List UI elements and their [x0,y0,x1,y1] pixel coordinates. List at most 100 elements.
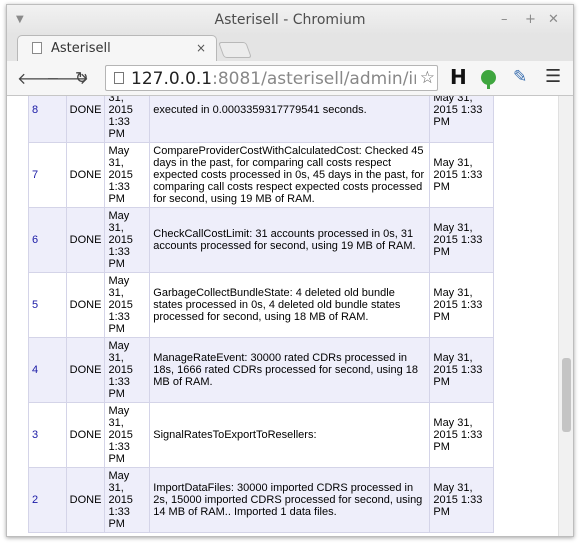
tab-asterisell[interactable]: Asterisell × [17,35,217,61]
job-completed-date-line: PM [433,181,450,193]
job-date-line: 2015 [108,104,133,116]
job-id-cell: 2 [28,467,67,533]
job-description-cell: SignalRatesToExportToResellers: [149,402,431,468]
job-description-cell: CompareProviderCostWithCalculatedCost: C… [149,142,431,208]
new-tab-button[interactable] [218,42,252,58]
job-date-line: PM [108,453,125,465]
page-content: 8DONEMay31,20151:33PMexecuted in 0.00033… [7,96,559,536]
job-date-line: 31, [108,287,124,299]
job-date-line: PM [108,323,125,335]
browser-menu-icon[interactable]: ☰ [545,66,561,87]
tab-strip: Asterisell × [7,35,573,61]
job-id-cell: 8 [28,96,67,143]
job-date-line: 31, [108,417,124,429]
minimize-icon[interactable]: – [501,12,508,27]
job-date-line: 1:33 [108,246,130,258]
reload-icon[interactable]: ↻ [75,68,88,87]
job-id-link[interactable]: 8 [32,104,38,116]
url-text[interactable]: 127.0.0.1:8081/asterisell/admin/index. [131,69,416,89]
job-status-cell: DONE [65,467,106,533]
job-description-cell: ManageRateEvent: 30000 rated CDRs proces… [149,337,431,403]
job-completed-date-line: 2015 1:33 [433,169,483,181]
job-completed-date-cell: May 31, 2015 1:33 PM [429,142,494,208]
job-date-line: May [108,210,130,222]
job-status-cell: DONE [65,337,106,403]
job-date-line: May [108,275,130,287]
table-row: 6 DONE May 31, 2015 1:33 PM CheckCallCostLimit:… [28,207,494,273]
job-completed-date-line: PM [433,441,450,453]
job-date-line: May [108,405,130,417]
page-info-icon[interactable] [114,72,124,84]
table-row: 7 DONE May 31, 2015 1:33 PM CompareProviderCost… [28,142,494,208]
page-icon [32,42,42,54]
job-date-line: 31, [108,352,124,364]
job-id-link[interactable]: 5 [32,299,38,311]
job-date-line: May [108,145,130,157]
job-completed-date-line: 2015 1:33 [433,364,483,376]
job-id-link[interactable]: 3 [32,429,38,441]
job-completed-date-line: May 31, [433,417,473,429]
job-completed-date-line: 2015 1:33 [433,429,483,441]
job-completed-date-cell: May 31, 2015 1:33 PM [429,402,494,468]
job-id-link[interactable]: 2 [32,494,38,506]
job-date-line: PM [108,193,125,205]
job-completed-date-line: May 31, [433,352,473,364]
job-date-line: May [108,340,130,352]
job-status-cell: DONE [65,272,106,338]
job-date-cell: May31,20151:33PM [104,402,151,468]
table-row: 3 DONE May 31, 2015 1:33 PM SignalRatesToExport… [28,402,494,468]
eyedropper-icon[interactable]: ✎ [513,67,527,87]
job-date-cell: May31,20151:33PM [104,96,151,143]
job-id-cell: 5 [28,272,67,338]
job-description-cell: executed in 0.0003359317779541 seconds. [149,96,431,143]
job-date-line: 31, [108,222,124,234]
job-date-line: 2015 [108,169,133,181]
job-description-cell: GarbageCollectBundleState: 4 deleted old… [149,272,431,338]
job-completed-date-cell: May 31, 2015 1:33 PM [429,207,494,273]
job-completed-date-line: 2015 1:33 [433,494,483,506]
job-date-line: 1:33 [108,116,130,128]
job-id-link[interactable]: 6 [32,234,38,246]
job-date-line: 2015 [108,234,133,246]
job-completed-date-cell: May 31, 2015 1:33 PM [429,337,494,403]
job-completed-date-cell: May 31, 2015 1:33 PM [429,467,494,533]
job-status-cell: DONE [65,207,106,273]
job-id-link[interactable]: 7 [32,169,38,181]
browser-window: ▼ Asterisell - Chromium – + ✕ Asterisell… [6,4,574,537]
job-date-line: 2015 [108,299,133,311]
job-completed-date-line: PM [433,116,450,128]
job-completed-date-cell: May 31, 2015 1:33 PM [429,272,494,338]
vertical-scrollbar[interactable] [558,96,573,536]
job-date-line: 2015 [108,494,133,506]
extension-green-icon[interactable] [481,70,496,85]
extension-h-icon[interactable]: H [450,65,467,89]
job-completed-date-line: May 31, [433,287,473,299]
window-close-icon[interactable]: ✕ [548,12,559,27]
job-completed-date-cell: May 31, 2015 1:33 PM [429,96,494,143]
job-id-link[interactable]: 4 [32,364,38,376]
job-date-line: 1:33 [108,311,130,323]
address-bar[interactable]: 127.0.0.1:8081/asterisell/admin/index. ☆ [105,65,438,91]
job-description-cell: CheckCallCostLimit: 31 accounts processe… [149,207,431,273]
tab-close-icon[interactable]: × [196,41,206,55]
job-completed-date-line: May 31, [433,96,473,104]
extension-green-icon-stem [487,84,490,89]
job-date-cell: May31,20151:33PM [104,142,151,208]
job-date-line: 31, [108,482,124,494]
job-date-cell: May31,20151:33PM [104,337,151,403]
bookmark-star-icon[interactable]: ☆ [420,68,435,88]
job-date-line: 31, [108,96,124,104]
job-completed-date-line: May 31, [433,222,473,234]
url-host: 127.0.0.1 [131,69,213,89]
browser-toolbar: 🡐 🡒 ↻ 127.0.0.1:8081/asterisell/admin/in… [7,61,573,96]
job-date-line: 2015 [108,364,133,376]
job-date-line: 2015 [108,429,133,441]
job-date-cell: May31,20151:33PM [104,207,151,273]
job-date-line: 31, [108,157,124,169]
maximize-icon[interactable]: + [525,12,536,27]
job-status-cell: DONE [65,402,106,468]
scrollbar-thumb[interactable] [562,358,571,432]
job-completed-date-line: 2015 1:33 [433,299,483,311]
job-date-line: 1:33 [108,376,130,388]
job-completed-date-line: PM [433,311,450,323]
